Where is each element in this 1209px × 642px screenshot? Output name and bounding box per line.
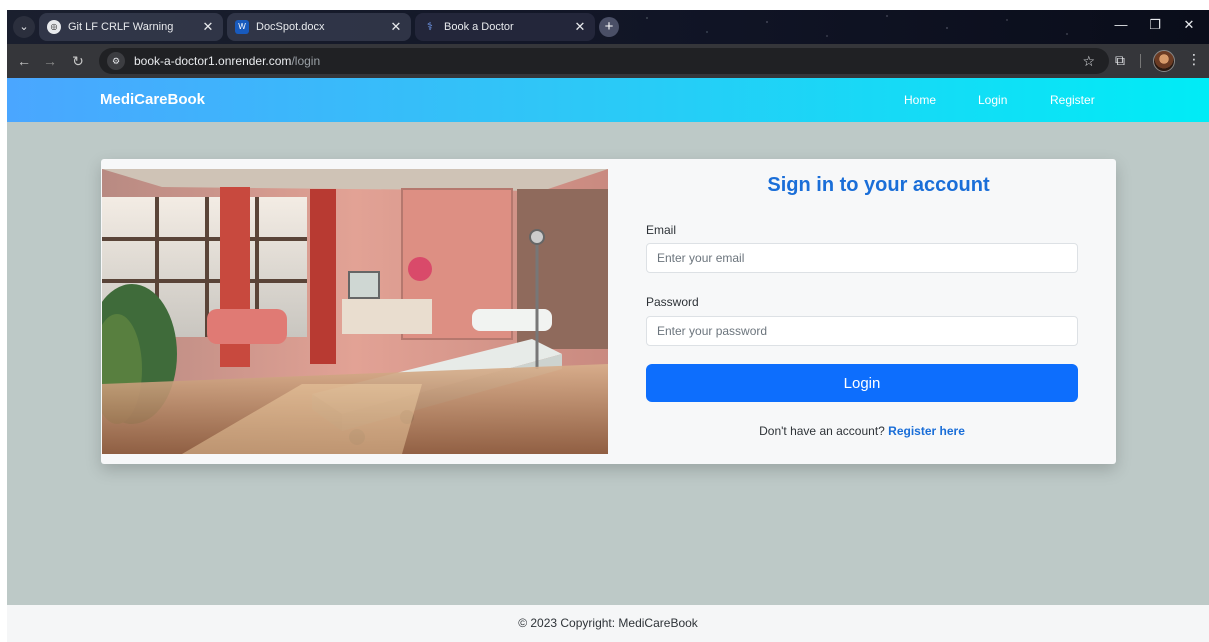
url-host: book-a-doctor1.onrender.com (134, 54, 292, 68)
close-icon[interactable]: ✕ (201, 19, 215, 35)
tab-title: DocSpot.docx (256, 21, 325, 33)
tab-title: Book a Doctor (444, 21, 514, 33)
login-button[interactable]: Login (646, 364, 1078, 402)
word-icon: W (235, 20, 249, 34)
web-page: MediCareBook Home Login Register Sign in… (7, 78, 1209, 642)
tab-book-a-doctor[interactable]: ⚕ Book a Doctor ✕ (415, 13, 595, 41)
site-info-icon[interactable]: ⚙ (107, 52, 125, 70)
toolbar-divider (1140, 54, 1141, 68)
reload-icon[interactable]: ↻ (69, 52, 87, 70)
register-here-link[interactable]: Register here (888, 424, 965, 438)
nav-link-login[interactable]: Login (978, 93, 1007, 107)
close-icon[interactable]: ✕ (389, 19, 403, 35)
login-heading: Sign in to your account (767, 174, 990, 196)
forward-icon[interactable]: → (41, 52, 59, 70)
browser-window: ⌄ ◎ Git LF CRLF Warning ✕ W DocSpot.docx… (7, 10, 1209, 642)
minimize-icon[interactable]: — (1105, 10, 1137, 44)
brand-logo[interactable]: MediCareBook (100, 91, 205, 108)
no-account-text: Don't have an account? (759, 424, 885, 438)
site-navbar: MediCareBook Home Login Register (7, 78, 1209, 122)
url-path: /login (291, 54, 321, 68)
hospital-room-image (102, 169, 608, 454)
restore-icon[interactable]: ❐ (1139, 10, 1171, 44)
window-close-icon[interactable]: ✕ (1173, 10, 1205, 44)
register-prompt: Don't have an account? Register here (646, 424, 1078, 438)
nav-link-home[interactable]: Home (904, 93, 936, 107)
email-input[interactable] (646, 243, 1078, 273)
back-icon[interactable]: ← (15, 52, 33, 70)
login-card: Sign in to your account Email Password L… (101, 159, 1116, 464)
password-input[interactable] (646, 316, 1078, 346)
stethoscope-icon: ⚕ (427, 21, 433, 33)
new-tab-icon[interactable]: + (599, 17, 619, 37)
browser-toolbar: ← → ↻ ⚙ book-a-doctor1.onrender.com/logi… (7, 44, 1209, 78)
nav-link-register[interactable]: Register (1050, 93, 1095, 107)
extensions-icon[interactable]: ⧉ (1115, 52, 1125, 69)
bookmark-star-icon[interactable]: ☆ (1082, 53, 1095, 70)
tab-title: Git LF CRLF Warning (68, 21, 174, 33)
profile-avatar-icon[interactable] (1153, 50, 1175, 72)
tab-docspot[interactable]: W DocSpot.docx ✕ (227, 13, 411, 41)
email-label: Email (646, 223, 677, 237)
chatgpt-icon: ◎ (47, 20, 61, 34)
password-label: Password (646, 295, 699, 309)
tab-git-lf-crlf[interactable]: ◎ Git LF CRLF Warning ✕ (39, 13, 223, 41)
tab-search-chevron-icon[interactable]: ⌄ (13, 16, 35, 38)
close-icon[interactable]: ✕ (573, 19, 587, 35)
more-menu-icon[interactable]: ⋮ (1187, 51, 1201, 68)
tab-strip: ⌄ ◎ Git LF CRLF Warning ✕ W DocSpot.docx… (7, 10, 1209, 44)
address-bar[interactable]: ⚙ book-a-doctor1.onrender.com/login ☆ (99, 48, 1109, 74)
page-footer: © 2023 Copyright: MediCareBook (7, 605, 1209, 642)
